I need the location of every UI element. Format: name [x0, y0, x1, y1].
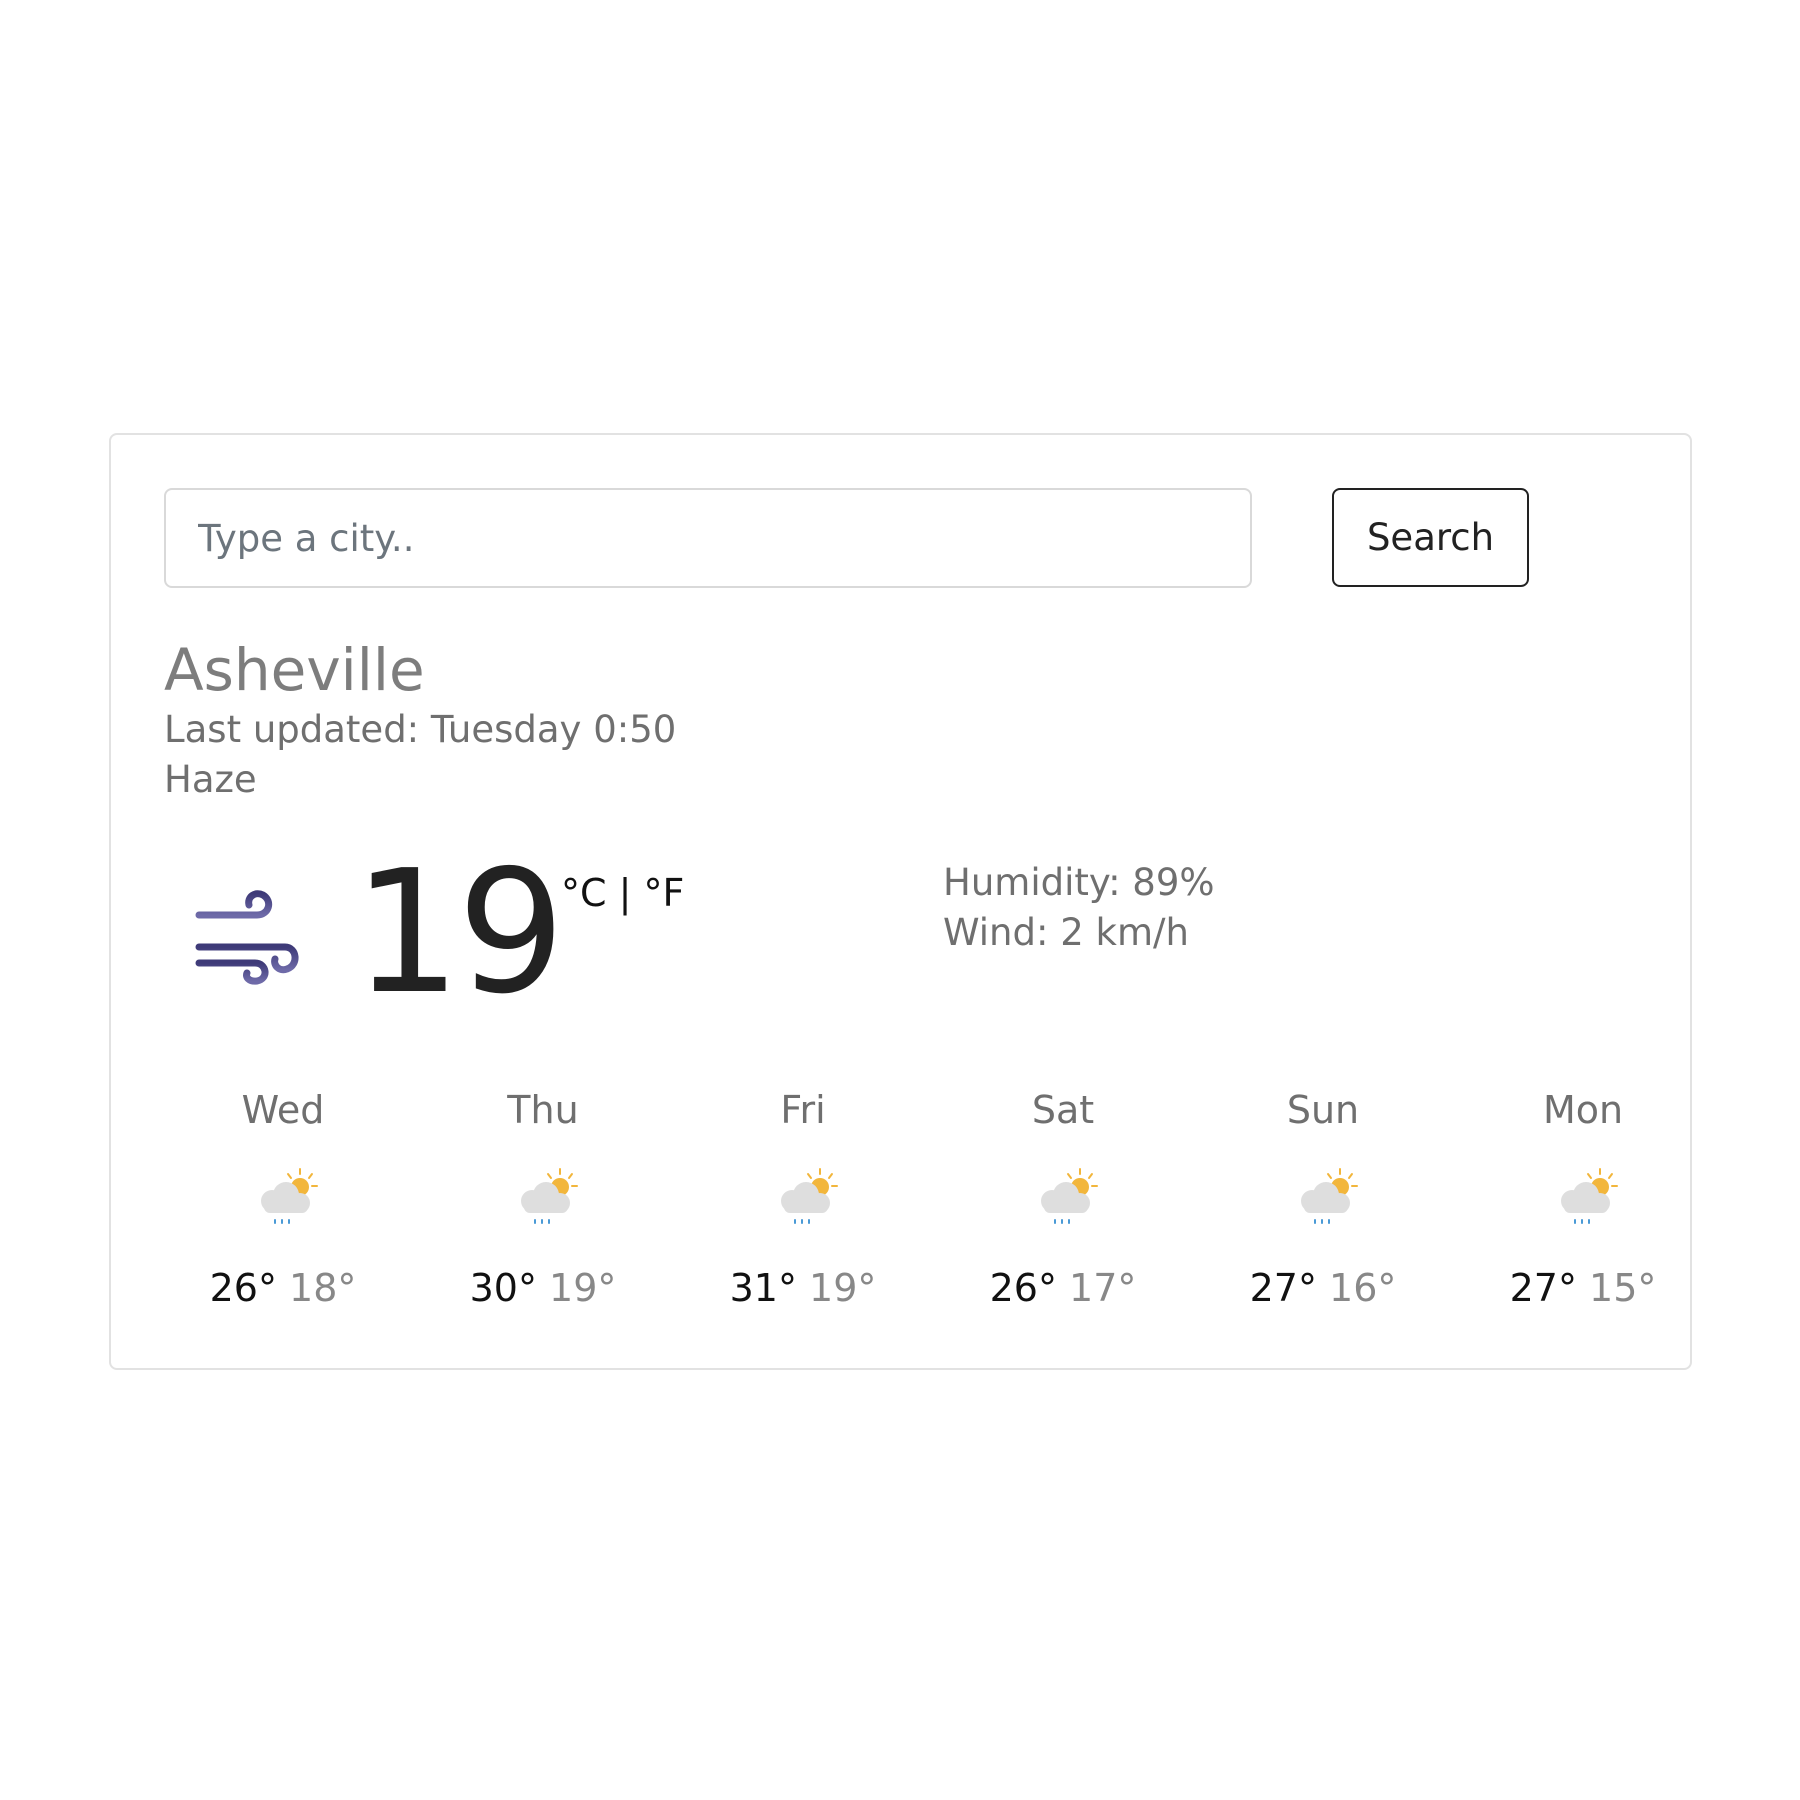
forecast-day: Sun 27° 16° [1193, 1085, 1453, 1335]
forecast-day: Fri 31° 19° [673, 1085, 933, 1335]
city-name: Asheville [164, 636, 425, 704]
temp-min: 17° [1069, 1266, 1137, 1310]
forecast-day-name: Mon [1542, 1088, 1624, 1132]
temp-max: 31° [729, 1266, 797, 1310]
forecast-day-name: Sun [1286, 1088, 1360, 1132]
temp-max: 26° [209, 1266, 277, 1310]
partly-cloudy-rain-icon [781, 1168, 838, 1224]
celsius-link[interactable]: °C [561, 871, 607, 915]
forecast-temps: 27° 15° [1453, 1263, 1713, 1313]
forecast-day-name: Thu [507, 1088, 579, 1132]
partly-cloudy-rain-icon [1301, 1168, 1358, 1224]
temp-min: 15° [1589, 1266, 1657, 1310]
partly-cloudy-rain-icon [521, 1168, 578, 1224]
last-updated: Last updated: Tuesday 0:50 [164, 708, 677, 751]
temp-max: 27° [1249, 1266, 1317, 1310]
forecast-temps: 27° 16° [1193, 1263, 1453, 1313]
forecast-temps: 26° 17° [933, 1263, 1193, 1313]
forecast-day: Wed 26° 18° [153, 1085, 413, 1335]
temp-max: 26° [989, 1266, 1057, 1310]
partly-cloudy-rain-icon [261, 1168, 318, 1224]
humidity: Humidity: 89% [943, 861, 1215, 904]
unit-switcher: °C | °F [561, 868, 684, 918]
search-button[interactable]: Search [1332, 488, 1529, 587]
temp-min: 19° [549, 1266, 617, 1310]
current-temperature: 19 [353, 834, 565, 1032]
forecast-day-name: Wed [241, 1088, 325, 1132]
wind-icon [195, 890, 299, 985]
unit-separator: | [606, 871, 644, 915]
forecast-temps: 31° 19° [673, 1263, 933, 1313]
partly-cloudy-rain-icon [1561, 1168, 1618, 1224]
temp-max: 27° [1509, 1266, 1577, 1310]
temp-min: 19° [809, 1266, 877, 1310]
temp-min: 16° [1329, 1266, 1397, 1310]
forecast-temps: 26° 18° [153, 1263, 413, 1313]
forecast-day: Thu 30° 19° [413, 1085, 673, 1335]
forecast-day-name: Fri [780, 1088, 826, 1132]
wind-speed: Wind: 2 km/h [943, 911, 1189, 954]
weather-description: Haze [164, 758, 257, 801]
partly-cloudy-rain-icon [1041, 1168, 1098, 1224]
forecast-temps: 30° 19° [413, 1263, 673, 1313]
temp-max: 30° [469, 1266, 537, 1310]
forecast-day: Mon 27° 15° [1453, 1085, 1713, 1335]
forecast-day-name: Sat [1031, 1088, 1095, 1132]
forecast: Wed 26° 18° Thu 30° 19° Fri 31° 19° Sat … [153, 1085, 1713, 1335]
fahrenheit-link[interactable]: °F [644, 871, 685, 915]
city-search-input[interactable] [164, 488, 1252, 588]
weather-card: Search Asheville Last updated: Tuesday 0… [109, 433, 1692, 1370]
temp-min: 18° [289, 1266, 357, 1310]
forecast-day: Sat 26° 17° [933, 1085, 1193, 1335]
